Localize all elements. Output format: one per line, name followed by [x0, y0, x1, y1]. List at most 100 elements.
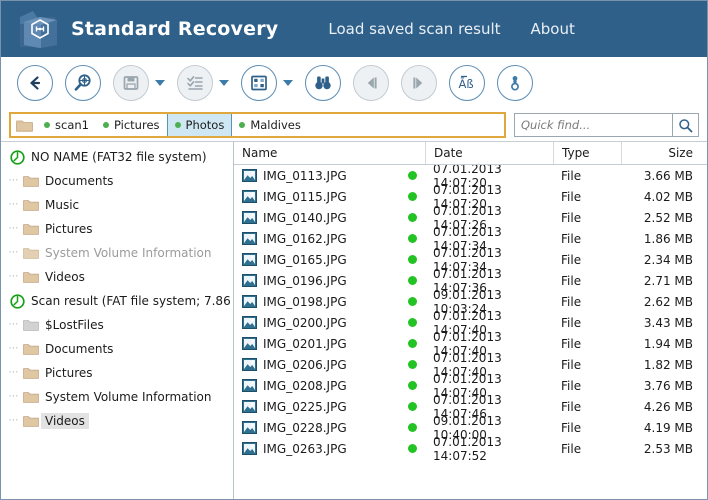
- find-button[interactable]: [305, 64, 341, 101]
- file-type-cell: File: [561, 357, 582, 372]
- tree-item-system-volume-information[interactable]: ⋯ System Volume Information: [1, 241, 233, 265]
- nav-load-saved-scan-result[interactable]: Load saved scan result: [328, 20, 500, 38]
- image-file-icon: [242, 169, 257, 182]
- svg-text:Āß: Āß: [459, 77, 474, 91]
- column-header-date[interactable]: Date: [425, 142, 553, 164]
- file-size-cell: 3.43 MB: [643, 315, 693, 330]
- tree-connector: ⋯: [8, 199, 20, 210]
- next-button[interactable]: [401, 64, 437, 101]
- tree-item-label: Pictures: [45, 366, 93, 380]
- file-type-cell: File: [561, 399, 582, 414]
- breadcrumb-item-scan1[interactable]: scan1: [37, 114, 96, 136]
- tree-item-documents[interactable]: ⋯ Documents: [1, 169, 233, 193]
- toolbar: Āß: [1, 57, 707, 109]
- file-name-cell: IMG_0201.JPG: [234, 337, 399, 351]
- file-name-label: IMG_0115.JPG: [263, 189, 347, 204]
- image-file-icon: [242, 400, 257, 413]
- column-header-size[interactable]: Size: [621, 142, 707, 164]
- folder-tree[interactable]: NO NAME (FAT32 file system) ⋯ Documents …: [1, 142, 234, 499]
- recoverable-status-icon: [407, 339, 417, 348]
- nav-about[interactable]: About: [531, 20, 575, 38]
- file-list: Name Date Type Size IMG_0113.JPG 07.01.20…: [234, 142, 707, 499]
- tree-item-label: Videos: [45, 270, 85, 284]
- file-name-label: IMG_0263.JPG: [263, 441, 347, 456]
- file-name-label: IMG_0208.JPG: [263, 378, 347, 393]
- list-view-dropdown-caret[interactable]: [219, 79, 229, 86]
- tree-item-label: NO NAME (FAT32 file system): [31, 150, 207, 164]
- recoverable-status-icon: [407, 255, 417, 264]
- tree-item-label: System Volume Information: [45, 390, 212, 404]
- file-name-cell: IMG_0228.JPG: [234, 421, 399, 435]
- breadcrumb-item-pictures[interactable]: Pictures: [96, 114, 167, 136]
- tree-connector: ⋯: [8, 223, 20, 234]
- file-type-cell: File: [561, 294, 582, 309]
- column-header-name[interactable]: Name: [234, 142, 399, 164]
- folder-icon: [21, 247, 41, 259]
- status-dot-icon: [44, 122, 50, 128]
- tree-item-scan-result-drive[interactable]: Scan result (FAT file system; 7.86 GB in…: [1, 289, 233, 313]
- file-list-header: Name Date Type Size: [234, 142, 707, 165]
- tree-item-no-name-drive[interactable]: NO NAME (FAT32 file system): [1, 145, 233, 169]
- file-name-cell: IMG_0208.JPG: [234, 379, 399, 393]
- tree-item-scan-pictures[interactable]: ⋯ Pictures: [1, 361, 233, 385]
- scan-button[interactable]: [65, 64, 101, 101]
- status-dot-icon: [102, 122, 109, 128]
- status-dot-icon: [239, 122, 246, 128]
- previous-button[interactable]: [353, 64, 389, 101]
- file-type-cell: File: [561, 168, 582, 183]
- status-badge: [399, 171, 425, 180]
- tree-item-scan-videos[interactable]: ⋯ Videos: [1, 409, 233, 433]
- save-dropdown-caret[interactable]: [155, 79, 165, 86]
- recoverable-status-icon: [407, 297, 417, 306]
- file-size-cell: 1.82 MB: [643, 357, 693, 372]
- recoverable-status-icon: [407, 318, 417, 327]
- file-name-cell: IMG_0162.JPG: [234, 232, 399, 246]
- tree-item-lostfiles[interactable]: ⋯ $LostFiles: [1, 313, 233, 337]
- file-name-cell: IMG_0263.JPG: [234, 442, 399, 456]
- tree-connector: ⋯: [8, 367, 20, 378]
- tree-item-scan-documents[interactable]: ⋯ Documents: [1, 337, 233, 361]
- back-button[interactable]: [17, 64, 53, 101]
- image-file-icon: [242, 442, 257, 455]
- tree-item-videos[interactable]: ⋯ Videos: [1, 265, 233, 289]
- tree-connector: ⋯: [8, 247, 20, 258]
- file-name-label: IMG_0201.JPG: [263, 336, 347, 351]
- save-button[interactable]: [113, 64, 149, 101]
- tree-connector: ⋯: [8, 271, 20, 282]
- breadcrumb-item-photos[interactable]: Photos: [166, 114, 233, 136]
- tree-item-scan-system-volume-information[interactable]: ⋯ System Volume Information: [1, 385, 233, 409]
- grid-view-dropdown-caret[interactable]: [283, 79, 293, 86]
- ab-encoding-icon[interactable]: Āß: [449, 64, 485, 101]
- column-header-status: [399, 142, 425, 164]
- tree-item-music[interactable]: ⋯ Music: [1, 193, 233, 217]
- search-input[interactable]: [515, 114, 672, 136]
- tree-item-pictures[interactable]: ⋯ Pictures: [1, 217, 233, 241]
- title-bar: Standard Recovery Load saved scan result…: [1, 1, 707, 57]
- folder-icon: [11, 114, 37, 136]
- recoverable-status-icon: [407, 360, 417, 369]
- file-size-cell: 2.62 MB: [643, 294, 693, 309]
- status-dot-icon: [174, 122, 181, 128]
- file-type-cell: File: [561, 420, 582, 435]
- list-view-button[interactable]: [177, 64, 213, 101]
- file-type-cell: File: [561, 378, 582, 393]
- account-button[interactable]: [497, 64, 533, 101]
- file-size-cell: 1.94 MB: [643, 336, 693, 351]
- file-size-cell: 4.26 MB: [643, 399, 693, 414]
- breadcrumb-item-maldives[interactable]: Maldives: [232, 114, 308, 136]
- status-badge: [399, 339, 425, 348]
- image-file-icon: [242, 358, 257, 371]
- recoverable-status-icon: [407, 276, 417, 285]
- file-type-cell: File: [561, 252, 582, 267]
- tree-connector: ⋯: [8, 175, 20, 186]
- image-file-icon: [242, 211, 257, 224]
- grid-view-button[interactable]: [241, 64, 277, 101]
- search-icon[interactable]: [672, 114, 698, 136]
- column-header-type[interactable]: Type: [553, 142, 621, 164]
- file-name-cell: IMG_0113.JPG: [234, 169, 399, 183]
- tree-item-label: $LostFiles: [45, 318, 104, 332]
- tree-item-label: Scan result (FAT file system; 7.86 GB in…: [31, 294, 233, 308]
- file-type-cell: File: [561, 441, 582, 456]
- table-row[interactable]: IMG_0263.JPG 07.01.2013 14:07:52 File 2.53 …: [234, 435, 707, 463]
- status-badge: [399, 402, 425, 411]
